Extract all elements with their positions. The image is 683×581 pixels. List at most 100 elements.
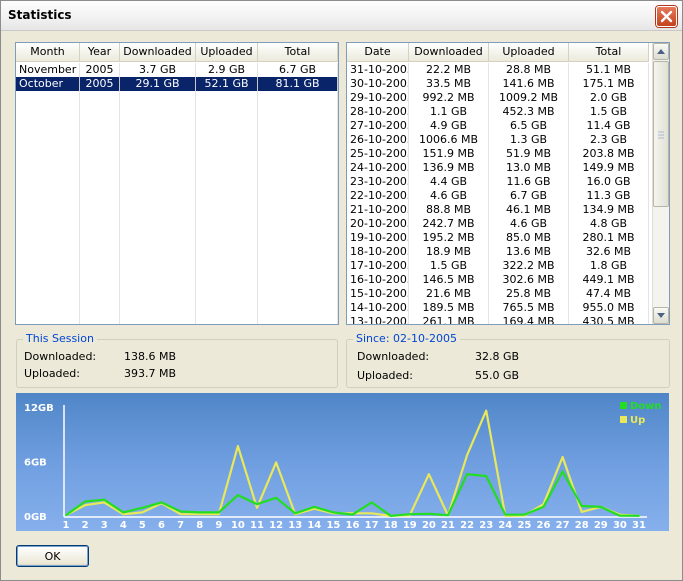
- x-tick-label: 13: [288, 520, 302, 531]
- data-point-down: [447, 514, 449, 517]
- column-header-total[interactable]: Total: [258, 43, 338, 62]
- cell-year: 2005: [80, 77, 120, 91]
- data-point-down: [485, 475, 488, 477]
- cell-total: 430.5 MB: [569, 315, 649, 324]
- cell-downloaded: 136.9 MB: [409, 161, 489, 175]
- cell-date: 16-10-2005: [347, 273, 409, 287]
- this-session-group: This Session Downloaded: 138.6 MB Upload…: [16, 332, 338, 388]
- data-point-up: [561, 456, 564, 458]
- empty-row: [16, 105, 338, 119]
- scroll-down-button[interactable]: [653, 307, 669, 324]
- cell-downloaded: 992.2 MB: [409, 91, 489, 105]
- cell-total: 449.1 MB: [569, 273, 649, 287]
- data-point-down: [389, 514, 392, 517]
- data-point-down: [428, 512, 430, 515]
- cell-downloaded: 21.6 MB: [409, 287, 489, 301]
- empty-row: [16, 175, 338, 189]
- table-row[interactable]: 14-10-2005 189.5 MB 765.5 MB 955.0 MB: [347, 301, 651, 315]
- x-tick-label: 12: [269, 520, 283, 531]
- table-row[interactable]: 24-10-2005 136.9 MB 13.0 MB 149.9 MB: [347, 161, 651, 175]
- cell-downloaded: 195.2 MB: [409, 231, 489, 245]
- session-uploaded-value: 393.7 MB: [124, 367, 177, 380]
- ok-button[interactable]: OK: [16, 545, 89, 567]
- x-tick-label: 20: [422, 520, 436, 531]
- table-row[interactable]: 16-10-2005 146.5 MB 302.6 MB 449.1 MB: [347, 273, 651, 287]
- daily-list-scrollbar[interactable]: [652, 43, 669, 324]
- column-header-downloaded[interactable]: Downloaded: [120, 43, 196, 62]
- cell-date: 22-10-2005: [347, 189, 409, 203]
- data-point-up: [237, 445, 239, 447]
- column-header-date[interactable]: Date: [347, 43, 409, 62]
- cell-total: 149.9 MB: [569, 161, 649, 175]
- table-row[interactable]: 23-10-2005 4.4 GB 11.6 GB 16.0 GB: [347, 175, 651, 189]
- cell-uploaded: 2.9 GB: [196, 63, 258, 77]
- cell-date: 29-10-2005: [347, 91, 409, 105]
- table-row[interactable]: 17-10-2005 1.5 GB 322.2 MB 1.8 GB: [347, 259, 651, 273]
- daily-stats-list[interactable]: Date Downloaded Uploaded Total 31-10-2005 22…: [346, 42, 670, 325]
- cell-date: 25-10-2005: [347, 147, 409, 161]
- x-tick-label: 14: [307, 520, 321, 531]
- column-header-total[interactable]: Total: [569, 43, 649, 62]
- data-point-down: [332, 511, 335, 514]
- column-header-uploaded[interactable]: Uploaded: [196, 43, 258, 62]
- table-row[interactable]: 21-10-2005 88.8 MB 46.1 MB 134.9 MB: [347, 203, 651, 217]
- table-row[interactable]: 15-10-2005 21.6 MB 25.8 MB 47.4 MB: [347, 287, 651, 301]
- cell-downloaded: 22.2 MB: [409, 63, 489, 77]
- empty-row: [16, 315, 338, 324]
- table-row[interactable]: 22-10-2005 4.6 GB 6.7 GB 11.3 GB: [347, 189, 651, 203]
- cell-downloaded: 3.7 GB: [120, 63, 196, 77]
- monthly-stats-list[interactable]: Month Year Downloaded Uploaded Total Novembe…: [15, 42, 339, 325]
- data-point-up: [84, 504, 86, 506]
- cell-date: 27-10-2005: [347, 119, 409, 133]
- cell-total: 1.8 GB: [569, 259, 649, 273]
- table-row[interactable]: 28-10-2005 1.1 GB 452.3 MB 1.5 GB: [347, 105, 651, 119]
- table-row[interactable]: 13-10-2005 261.1 MB 169.4 MB 430.5 MB: [347, 315, 651, 324]
- cell-uploaded: 169.4 MB: [489, 315, 569, 324]
- scroll-up-button[interactable]: [653, 43, 669, 60]
- cell-uploaded: 141.6 MB: [489, 77, 569, 91]
- scroll-thumb[interactable]: [653, 61, 669, 207]
- table-row[interactable]: 18-10-2005 18.9 MB 13.6 MB 32.6 MB: [347, 245, 651, 259]
- cell-month: November: [16, 63, 80, 77]
- x-tick-label: 24: [498, 520, 512, 531]
- title-bar[interactable]: Statistics: [1, 1, 682, 31]
- table-row[interactable]: 20-10-2005 242.7 MB 4.6 GB 4.8 GB: [347, 217, 651, 231]
- cell-total: 32.6 MB: [569, 245, 649, 259]
- data-point-up: [466, 454, 468, 457]
- column-header-downloaded[interactable]: Downloaded: [409, 43, 489, 62]
- data-point-up: [485, 409, 488, 412]
- x-tick-label: 19: [403, 520, 417, 531]
- data-point-up: [217, 513, 220, 516]
- scroll-up-icon: [657, 49, 665, 54]
- table-row[interactable]: October 2005 29.1 GB 52.1 GB 81.1 GB: [16, 77, 338, 91]
- table-row[interactable]: 26-10-2005 1006.6 MB 1.3 GB 2.3 GB: [347, 133, 651, 147]
- table-row[interactable]: 27-10-2005 4.9 GB 6.5 GB 11.4 GB: [347, 119, 651, 133]
- table-row[interactable]: 31-10-2005 22.2 MB 28.8 MB 51.1 MB: [347, 63, 651, 77]
- empty-row: [16, 217, 338, 231]
- x-tick-label: 9: [215, 520, 222, 531]
- table-row[interactable]: 30-10-2005 33.5 MB 141.6 MB 175.1 MB: [347, 77, 651, 91]
- data-point-down: [408, 513, 411, 516]
- data-point-down: [523, 513, 526, 516]
- cell-uploaded: 765.5 MB: [489, 301, 569, 315]
- series-line-up: [65, 409, 640, 518]
- table-row[interactable]: November 2005 3.7 GB 2.9 GB 6.7 GB: [16, 63, 338, 77]
- close-button[interactable]: [656, 6, 677, 27]
- column-header-uploaded[interactable]: Uploaded: [489, 43, 569, 62]
- x-tick-label: 6: [158, 520, 165, 531]
- x-tick-label: 10: [231, 520, 245, 531]
- cell-uploaded: 13.0 MB: [489, 161, 569, 175]
- column-header-year[interactable]: Year: [80, 43, 120, 62]
- table-row[interactable]: 25-10-2005 151.9 MB 51.9 MB 203.8 MB: [347, 147, 651, 161]
- empty-row: [16, 301, 338, 315]
- since-downloaded-value: 32.8 GB: [475, 350, 520, 363]
- cell-downloaded: 146.5 MB: [409, 273, 489, 287]
- table-row[interactable]: 29-10-2005 992.2 MB 1009.2 MB 2.0 GB: [347, 91, 651, 105]
- table-row[interactable]: 19-10-2005 195.2 MB 85.0 MB 280.1 MB: [347, 231, 651, 245]
- cell-uploaded: 11.6 GB: [489, 175, 569, 189]
- cell-total: 280.1 MB: [569, 231, 649, 245]
- column-header-month[interactable]: Month: [16, 43, 80, 62]
- data-point-down: [160, 501, 163, 504]
- cell-uploaded: 51.9 MB: [489, 147, 569, 161]
- data-point-down: [122, 511, 125, 514]
